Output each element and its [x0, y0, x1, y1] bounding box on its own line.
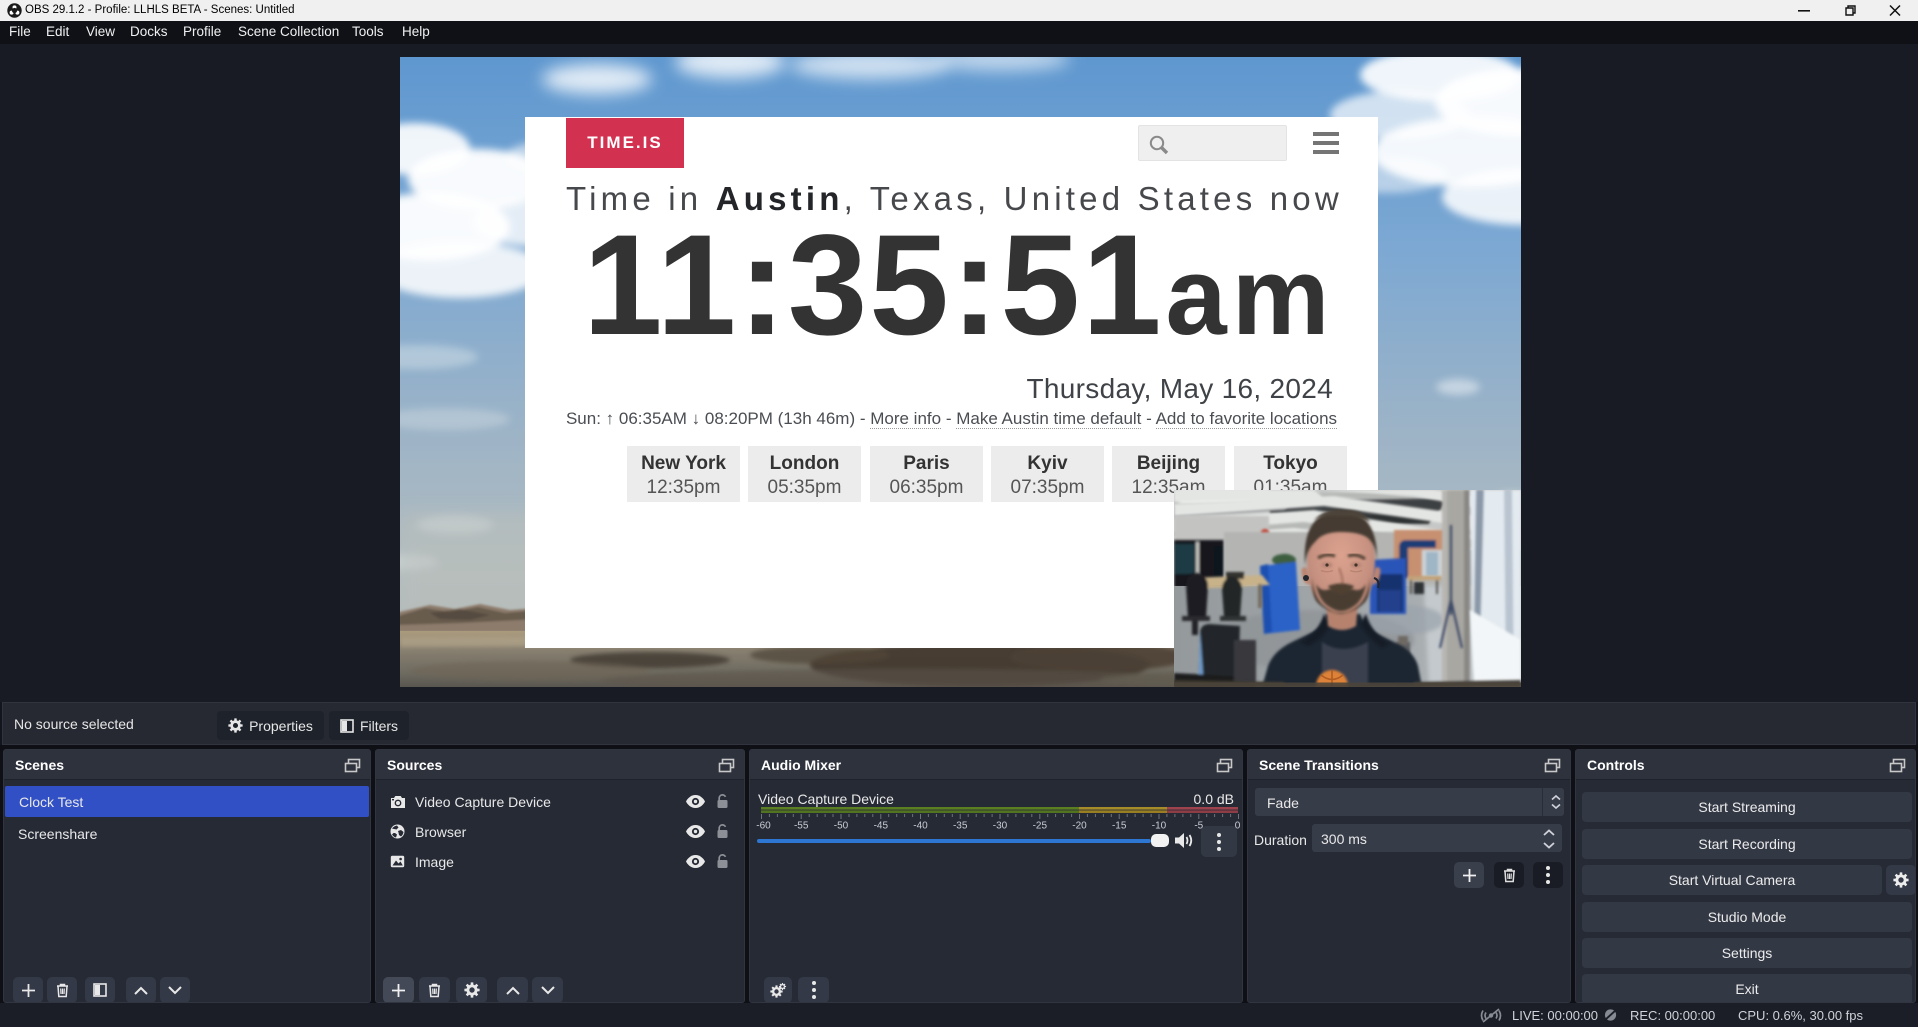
svg-text:-10: -10 — [1152, 821, 1167, 832]
svg-text:-60: -60 — [756, 821, 771, 832]
svg-text:-50: -50 — [834, 821, 849, 832]
svg-text:-35: -35 — [953, 821, 968, 832]
svg-text:-30: -30 — [993, 821, 1008, 832]
svg-text:-40: -40 — [913, 821, 928, 832]
svg-text:-20: -20 — [1072, 821, 1087, 832]
svg-text:-25: -25 — [1033, 821, 1048, 832]
svg-text:-45: -45 — [874, 821, 889, 832]
svg-text:-15: -15 — [1112, 821, 1127, 832]
svg-text:-55: -55 — [794, 821, 809, 832]
